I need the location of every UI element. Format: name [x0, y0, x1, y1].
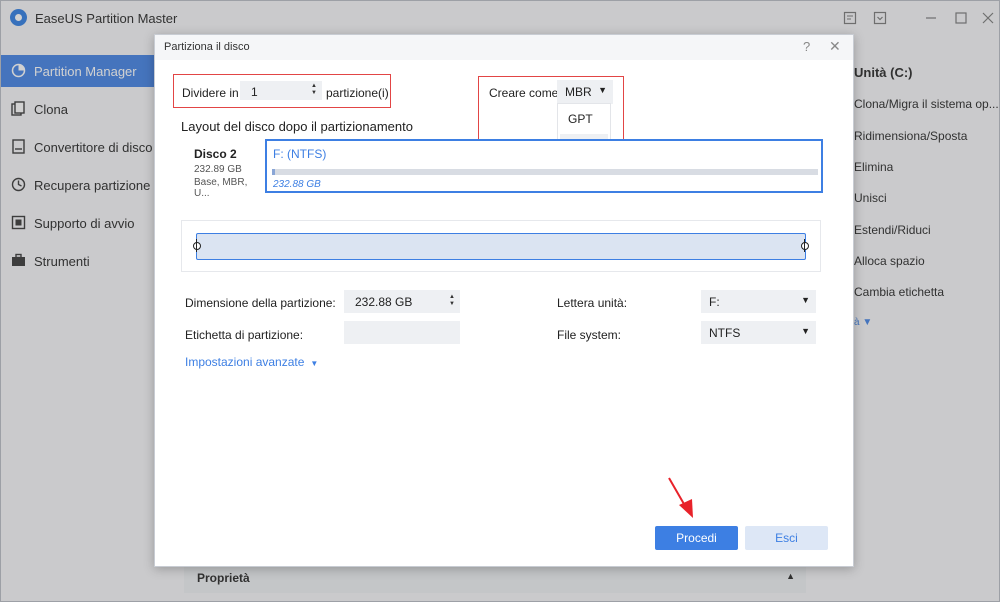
chevron-down-icon: ▼	[801, 295, 810, 305]
create-as-label: Creare come	[489, 86, 559, 100]
divide-count-stepper[interactable]: 1 ▲ ▼	[240, 81, 322, 100]
drive-letter-label: Lettera unità:	[557, 296, 628, 310]
left-resize-handle[interactable]	[193, 239, 201, 252]
create-as-select[interactable]: MBR ▼	[557, 80, 613, 104]
right-resize-handle[interactable]	[801, 239, 809, 252]
drive-letter-value: F:	[709, 295, 720, 309]
option-gpt[interactable]: GPT	[560, 106, 608, 132]
dialog-close-icon[interactable]: ✕	[829, 38, 841, 55]
proceed-button[interactable]: Procedi	[655, 526, 738, 550]
partition-size: 232.88 GB	[273, 179, 321, 190]
disk-size: 232.89 GB	[194, 164, 242, 175]
create-as-value: MBR	[565, 85, 592, 99]
disk-info: Base, MBR, U...	[194, 177, 248, 199]
disk-card: Disco 2 232.89 GB Base, MBR, U...	[181, 139, 265, 199]
partition-block[interactable]: F: (NTFS) 232.88 GB	[265, 139, 823, 193]
layout-heading: Layout del disco dopo il partizionamento	[181, 119, 413, 134]
advanced-settings-link[interactable]: Impostazioni avanzate ▼	[185, 355, 318, 369]
partition-usage-fill	[272, 169, 275, 175]
filesystem-select[interactable]: NTFS ▼	[701, 321, 816, 344]
chevron-down-icon: ▼	[310, 359, 319, 368]
partition-label-label: Etichetta di partizione:	[185, 328, 304, 342]
help-icon[interactable]: ?	[803, 39, 810, 54]
filesystem-value: NTFS	[709, 326, 741, 340]
divide-count-value: 1	[251, 85, 258, 99]
dialog-title: Partiziona il disco	[164, 41, 250, 53]
partition-name: F: (NTFS)	[273, 147, 327, 161]
partition-size-stepper[interactable]: 232.88 GB ▲ ▼	[344, 290, 460, 313]
disk-name: Disco 2	[194, 147, 237, 161]
chevron-down-icon: ▼	[598, 85, 607, 95]
partition-usage-bar	[272, 169, 818, 175]
partition-slider-area	[181, 220, 821, 272]
red-pointer-arrow-icon	[668, 477, 693, 518]
partition-disk-dialog: Partiziona il disco ? ✕ Dividere in 1 ▲ ▼…	[154, 34, 854, 567]
advanced-settings-label: Impostazioni avanzate	[185, 355, 305, 369]
chevron-down-icon: ▼	[801, 326, 810, 336]
partition-size-label: Dimensione della partizione:	[185, 296, 336, 310]
partition-size-value: 232.88 GB	[355, 295, 413, 309]
dialog-header: Partiziona il disco ? ✕	[155, 35, 853, 60]
partition-label-input[interactable]	[344, 321, 460, 344]
partition-slider-bar[interactable]	[196, 233, 806, 260]
drive-letter-select[interactable]: F: ▼	[701, 290, 816, 313]
filesystem-label: File system:	[557, 328, 622, 342]
stepper-arrows-icon[interactable]: ▲ ▼	[311, 83, 317, 97]
divide-label: Dividere in	[182, 86, 239, 100]
exit-button[interactable]: Esci	[745, 526, 828, 550]
divide-suffix-label: partizione(i)	[326, 86, 389, 100]
stepper-arrows-icon[interactable]: ▲ ▼	[449, 294, 455, 308]
